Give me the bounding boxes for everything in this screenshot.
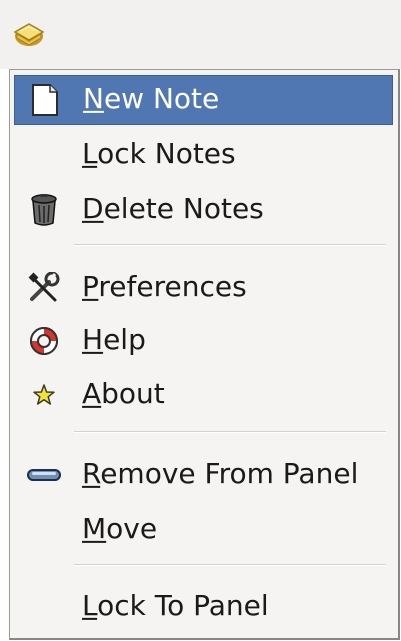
menu-item-help[interactable]: Help — [14, 316, 393, 366]
menu-item-preferences[interactable]: Preferences — [14, 263, 393, 313]
tomboy-notes-icon[interactable] — [9, 12, 49, 52]
menu-separator — [74, 244, 386, 246]
star-icon — [26, 377, 62, 413]
menu-item-lock-notes[interactable]: Lock Notes — [14, 130, 393, 180]
menu-separator — [74, 431, 386, 433]
menu-item-move[interactable]: Move — [14, 505, 393, 555]
menu-item-remove-from-panel[interactable]: Remove From Panel — [14, 450, 393, 500]
menu-item-lock-to-panel[interactable]: Lock To Panel — [14, 582, 393, 632]
menu-separator — [74, 564, 386, 566]
remove-icon — [26, 457, 62, 493]
menu-item-delete-notes[interactable]: Delete Notes — [14, 185, 393, 235]
menu-item-about[interactable]: About — [14, 370, 393, 420]
help-icon — [26, 323, 62, 359]
new-note-icon — [27, 82, 63, 118]
menu-item-new-note[interactable]: New Note — [14, 75, 393, 125]
trash-icon — [26, 192, 62, 228]
panel-applet — [0, 0, 401, 69]
preferences-icon — [26, 270, 62, 306]
applet-context-menu: New Note Lock Notes Delete Notes Prefere… — [9, 69, 400, 640]
